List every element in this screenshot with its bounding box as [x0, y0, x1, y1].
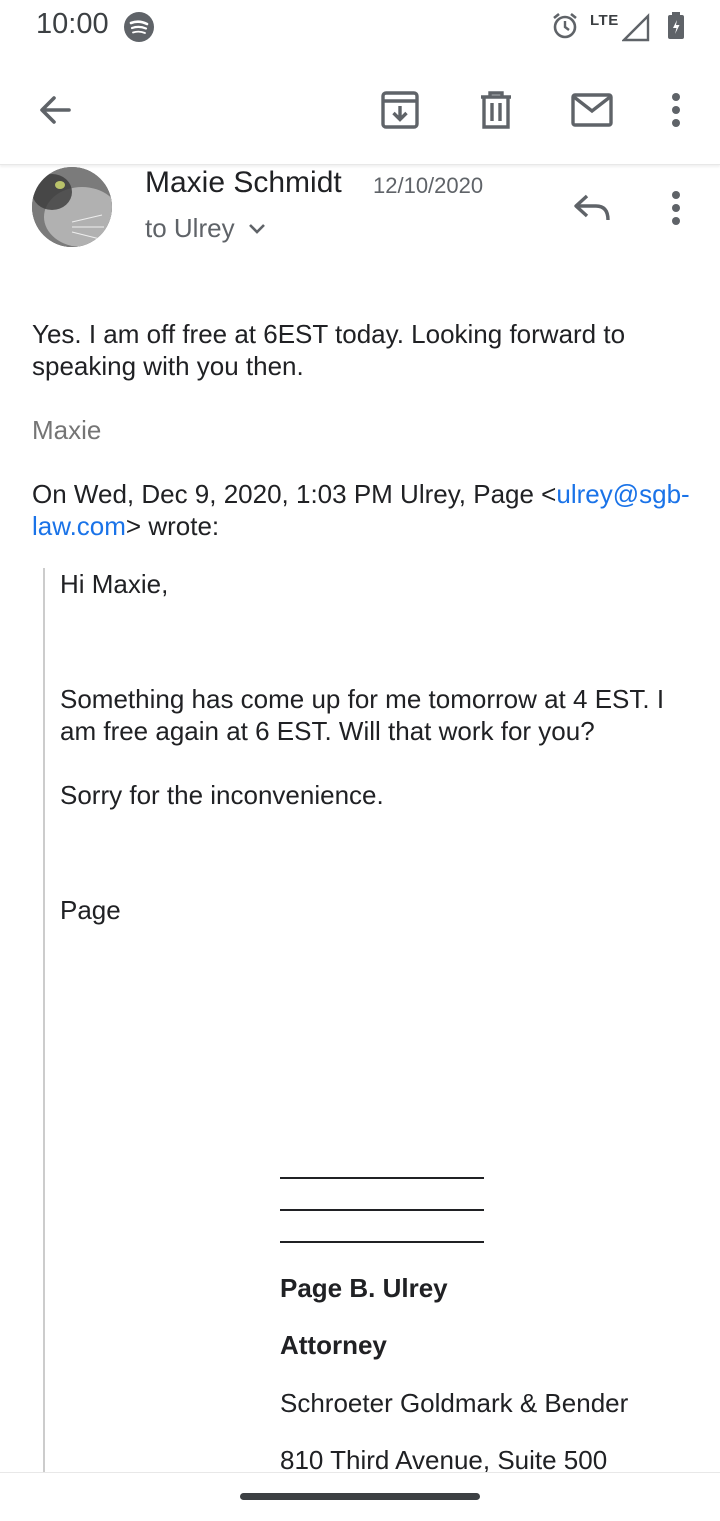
reply-button[interactable] [568, 184, 616, 232]
avatar[interactable] [32, 167, 112, 247]
more-vert-icon [672, 191, 680, 225]
more-vert-icon [672, 93, 680, 127]
message-body: Yes. I am off free at 6EST today. Lookin… [32, 319, 626, 381]
chevron-down-icon [248, 223, 265, 234]
cat-photo [32, 167, 112, 247]
quote-header-prefix: On Wed, Dec 9, 2020, 1:03 PM Ulrey, Page… [32, 479, 557, 509]
sign-off: Maxie [32, 415, 102, 445]
mail-icon [571, 93, 613, 127]
status-bar: 10:00 LTE [0, 0, 720, 56]
signature-rule [280, 1209, 484, 1211]
recipients-label: to Ulrey [145, 213, 235, 243]
quote-header: On Wed, Dec 9, 2020, 1:03 PM Ulrey, Page… [32, 478, 692, 542]
signature-title: Attorney [280, 1330, 387, 1360]
trash-icon [481, 91, 511, 129]
home-gesture-handle[interactable] [240, 1493, 480, 1500]
quoted-name: Page [60, 895, 121, 925]
spotify-icon [124, 12, 154, 42]
status-time: 10:00 [36, 8, 109, 40]
archive-button[interactable] [376, 86, 424, 134]
back-arrow-icon [40, 96, 71, 124]
quote-header-suffix: > wrote: [125, 511, 220, 541]
archive-icon [381, 91, 419, 129]
network-label: LTE [590, 12, 619, 29]
signature-rule [280, 1177, 484, 1179]
quoted-paragraph: Something has come up for me tomorrow at… [60, 684, 665, 746]
reply-icon [574, 194, 610, 221]
signature-name: Page B. Ulrey [280, 1273, 448, 1303]
recipients-toggle[interactable]: to Ulrey [145, 213, 267, 244]
quoted-greeting: Hi Maxie, [60, 569, 169, 599]
message-toolbar [0, 56, 720, 165]
signature-firm: Schroeter Goldmark & Bender [280, 1388, 629, 1418]
message-more-button[interactable] [652, 184, 700, 232]
signal-icon [621, 12, 650, 47]
signature-rule [280, 1241, 484, 1243]
more-options-button[interactable] [652, 86, 700, 134]
delete-button[interactable] [472, 86, 520, 134]
sender-name: Maxie Schmidt [145, 166, 342, 199]
quoted-paragraph: Sorry for the inconvenience. [60, 780, 384, 810]
battery-icon [667, 11, 685, 46]
back-button[interactable] [31, 86, 79, 134]
quote-bar [43, 568, 45, 1478]
mark-unread-button[interactable] [568, 86, 616, 134]
message-date: 12/10/2020 [373, 173, 484, 198]
alarm-icon [550, 11, 580, 46]
